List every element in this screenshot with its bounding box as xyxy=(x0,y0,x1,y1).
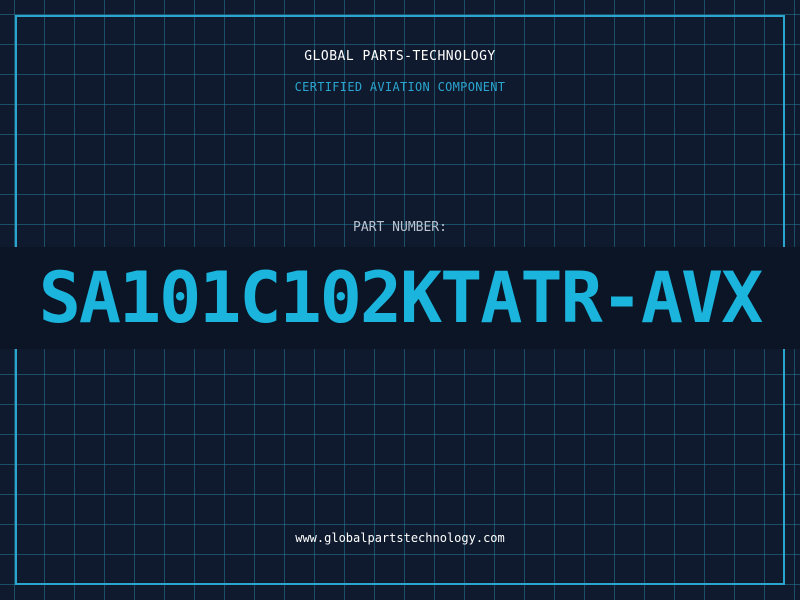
part-number-label: PART NUMBER: xyxy=(353,220,447,235)
certification-subtitle: CERTIFIED AVIATION COMPONENT xyxy=(294,80,506,94)
label-canvas: GLOBAL PARTS-TECHNOLOGY CERTIFIED AVIATI… xyxy=(0,0,800,600)
website-link[interactable]: www.globalpartstechnology.com xyxy=(0,531,800,545)
part-number-value: SA101C102KTATR-AVX xyxy=(38,257,764,339)
company-name: GLOBAL PARTS-TECHNOLOGY xyxy=(304,49,496,64)
